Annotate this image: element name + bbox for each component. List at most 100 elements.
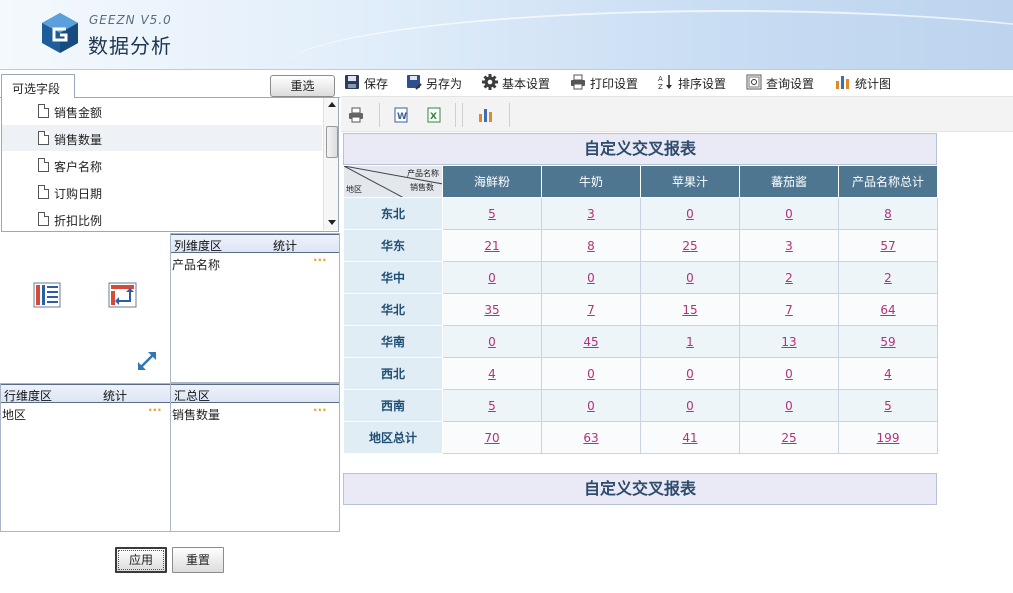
row-dimension-item[interactable]: 地区 <box>2 406 26 423</box>
value-link[interactable]: 57 <box>880 239 895 253</box>
value-link[interactable]: 4 <box>488 367 496 381</box>
value-link[interactable]: 0 <box>785 207 793 221</box>
toolbar-divider <box>462 103 463 127</box>
layout-list-icon[interactable] <box>33 281 61 309</box>
summary-zone[interactable]: 汇总区 销售数量 ··· <box>170 383 340 532</box>
fields-scrollbar[interactable] <box>323 98 338 230</box>
value-link[interactable]: 25 <box>781 431 796 445</box>
field-item[interactable]: 折扣比例 <box>2 206 322 231</box>
value-link[interactable]: 63 <box>583 431 598 445</box>
scroll-down-arrow-icon[interactable] <box>328 220 336 225</box>
column-header: 牛奶 <box>541 165 641 198</box>
value-cell: 1 <box>640 325 740 358</box>
column-dimension-item[interactable]: 产品名称 <box>172 256 220 273</box>
save-as-icon <box>407 75 422 90</box>
value-link[interactable]: 199 <box>877 431 900 445</box>
value-cell: 0 <box>640 357 740 390</box>
row-dimension-zone[interactable]: 行维度区 统计 地区 ··· <box>0 383 171 532</box>
value-cell: 0 <box>442 325 542 358</box>
value-cell: 0 <box>442 261 542 294</box>
sort-settings-button[interactable]: A Z 排序设置 <box>658 73 734 93</box>
corner-column-label: 产品名称 <box>407 169 439 178</box>
summary-item[interactable]: 销售数量 <box>172 406 220 423</box>
apply-button[interactable]: 应用 <box>115 547 167 573</box>
value-link[interactable]: 0 <box>785 399 793 413</box>
scroll-thumb[interactable] <box>326 126 338 158</box>
value-link[interactable]: 41 <box>682 431 697 445</box>
value-link[interactable]: 0 <box>587 399 595 413</box>
value-cell: 0 <box>739 197 839 230</box>
zone-header: 汇总区 <box>171 384 339 403</box>
value-link[interactable]: 0 <box>686 271 694 285</box>
value-link[interactable]: 7 <box>587 303 595 317</box>
value-link[interactable]: 1 <box>686 335 694 349</box>
column-dimension-zone[interactable]: 列维度区 统计 产品名称 ··· <box>170 233 340 383</box>
field-item[interactable]: 订购日期 <box>2 179 322 205</box>
value-link[interactable]: 4 <box>884 367 892 381</box>
value-link[interactable]: 3 <box>785 239 793 253</box>
toolbar-divider <box>379 103 380 127</box>
value-cell: 64 <box>838 293 938 326</box>
table-row: 西北 4 0 0 0 4 <box>343 357 938 390</box>
fields-tabbar: 可选字段 重选 <box>0 73 340 99</box>
field-item[interactable]: 客户名称 <box>2 152 322 178</box>
value-link[interactable]: 45 <box>583 335 598 349</box>
row-header: 华中 <box>343 261 443 294</box>
value-link[interactable]: 0 <box>587 367 595 381</box>
zone-header: 列维度区 统计 <box>171 234 339 253</box>
value-link[interactable]: 0 <box>488 271 496 285</box>
value-link[interactable]: 15 <box>682 303 697 317</box>
value-link[interactable]: 0 <box>686 207 694 221</box>
print-icon[interactable] <box>348 107 364 123</box>
expand-icon[interactable] <box>136 350 158 372</box>
app-header: GEEZN V5.0 数据分析 <box>0 0 1013 70</box>
value-link[interactable]: 64 <box>880 303 895 317</box>
value-link[interactable]: 21 <box>484 239 499 253</box>
value-link[interactable]: 2 <box>884 271 892 285</box>
value-link[interactable]: 8 <box>587 239 595 253</box>
tab-available-fields[interactable]: 可选字段 <box>1 74 75 99</box>
value-cell: 0 <box>541 389 641 422</box>
value-link[interactable]: 3 <box>587 207 595 221</box>
header-decoration <box>280 10 1013 69</box>
value-link[interactable]: 0 <box>686 367 694 381</box>
word-export-icon[interactable]: W <box>393 107 409 123</box>
value-link[interactable]: 5 <box>884 399 892 413</box>
chart-button[interactable]: 统计图 <box>835 73 897 93</box>
value-link[interactable]: 59 <box>880 335 895 349</box>
chart-export-icon[interactable] <box>478 107 494 123</box>
value-link[interactable]: 7 <box>785 303 793 317</box>
more-options-icon[interactable]: ··· <box>148 403 162 417</box>
query-settings-button[interactable]: 查询设置 <box>746 73 822 93</box>
value-cell: 59 <box>838 325 938 358</box>
field-item[interactable]: 销售数量 <box>2 125 322 151</box>
value-link[interactable]: 13 <box>781 335 796 349</box>
more-options-icon[interactable]: ··· <box>313 253 327 267</box>
swap-axis-icon[interactable] <box>108 281 138 309</box>
field-item[interactable]: 销售金额 <box>2 98 322 124</box>
print-settings-button[interactable]: 打印设置 <box>570 73 646 93</box>
value-link[interactable]: 8 <box>884 207 892 221</box>
value-link[interactable]: 70 <box>484 431 499 445</box>
value-link[interactable]: 5 <box>488 207 496 221</box>
document-icon <box>38 104 49 118</box>
value-link[interactable]: 0 <box>785 367 793 381</box>
basic-settings-button[interactable]: 基本设置 <box>482 73 558 93</box>
more-options-icon[interactable]: ··· <box>313 403 327 417</box>
save-button[interactable]: 保存 <box>344 73 394 93</box>
reselect-button[interactable]: 重选 <box>270 75 335 97</box>
main-toolbar: 保存 另存为 基本设置 打印设置 A Z 排序设置 查询设置 统计图 <box>341 70 1013 94</box>
value-link[interactable]: 0 <box>488 335 496 349</box>
scroll-up-arrow-icon[interactable] <box>328 102 336 107</box>
value-link[interactable]: 25 <box>682 239 697 253</box>
value-link[interactable]: 0 <box>587 271 595 285</box>
table-row: 东北 5 3 0 0 8 <box>343 197 938 230</box>
value-link[interactable]: 5 <box>488 399 496 413</box>
row-header: 华南 <box>343 325 443 358</box>
value-link[interactable]: 35 <box>484 303 499 317</box>
reset-button[interactable]: 重置 <box>172 547 224 573</box>
value-link[interactable]: 2 <box>785 271 793 285</box>
save-as-button[interactable]: 另存为 <box>406 73 470 93</box>
value-link[interactable]: 0 <box>686 399 694 413</box>
excel-export-icon[interactable]: X <box>426 107 442 123</box>
